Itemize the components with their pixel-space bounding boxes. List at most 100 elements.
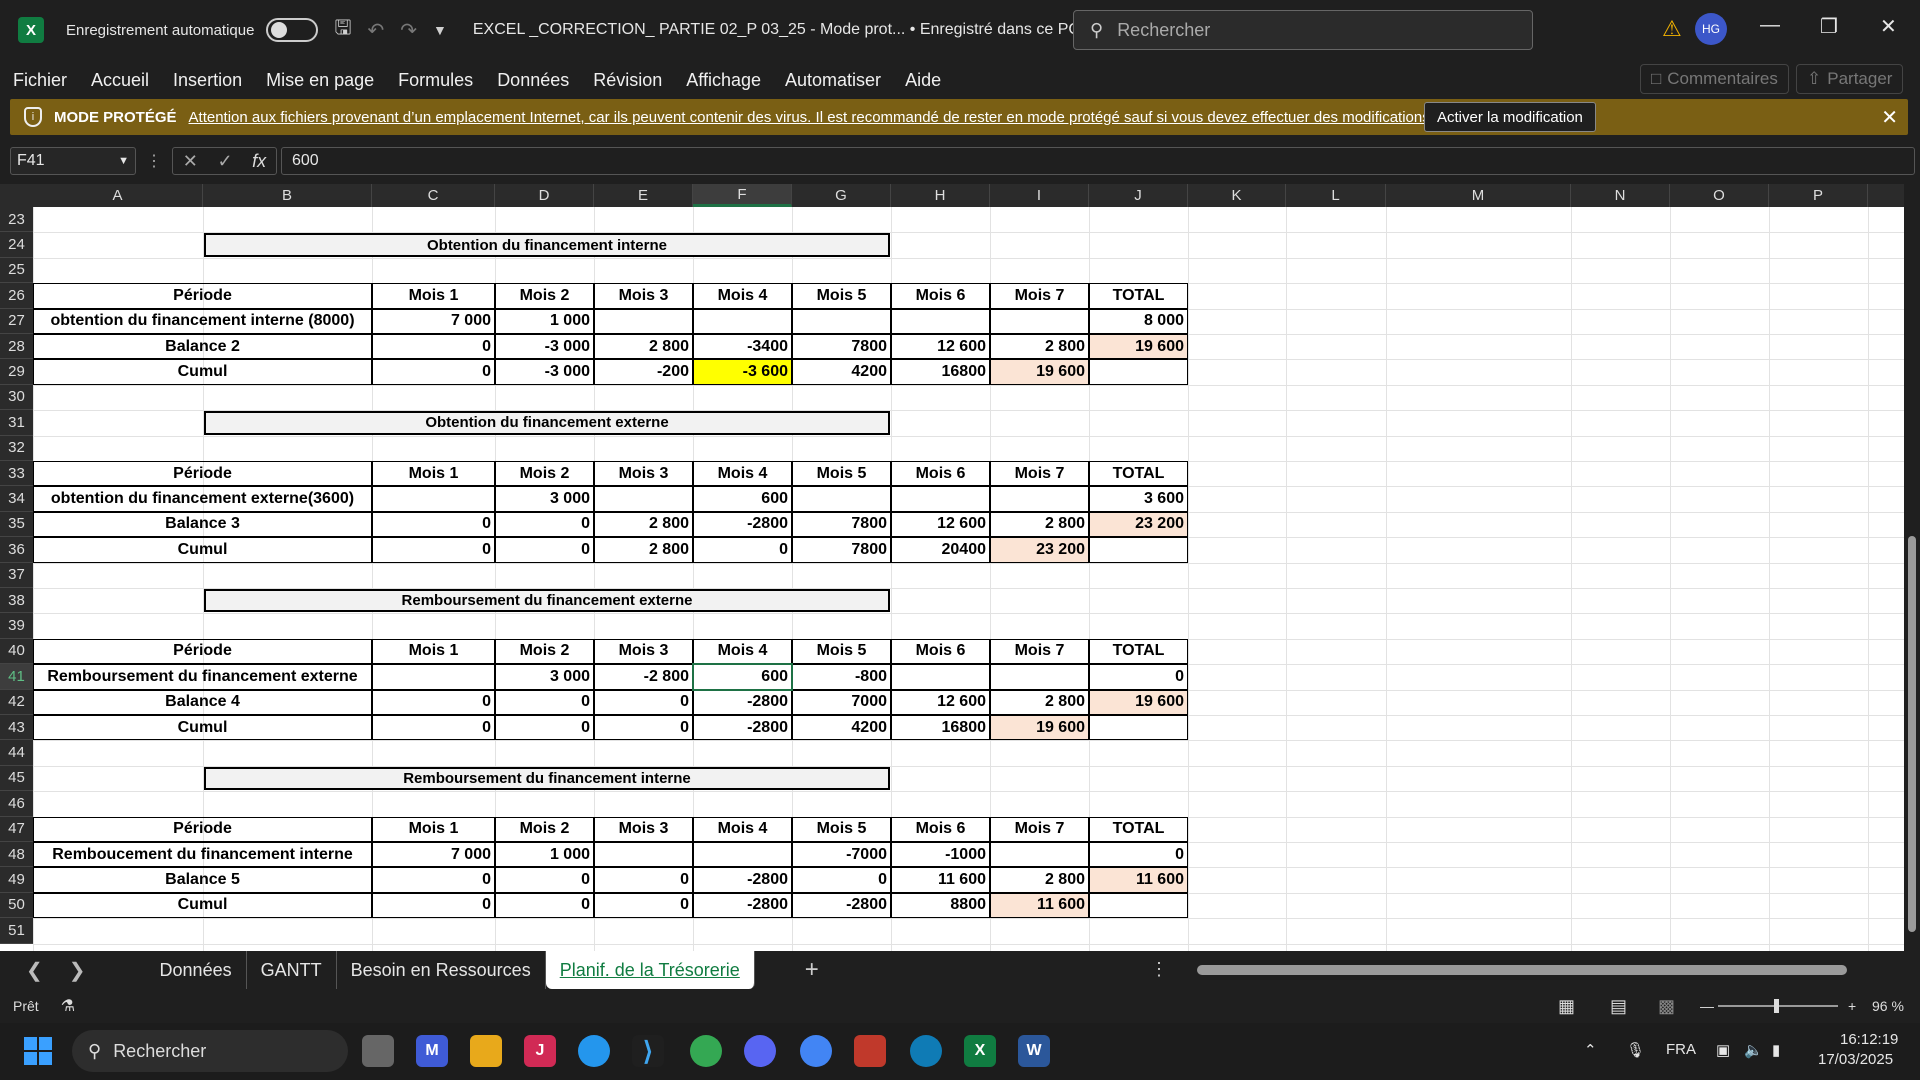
value-cell[interactable] xyxy=(990,842,1089,868)
column-header-j[interactable]: J xyxy=(1089,184,1188,207)
excel-taskbar-icon[interactable]: X xyxy=(964,1035,996,1067)
row-label[interactable]: Balance 2 xyxy=(33,334,372,360)
row-header-31[interactable]: 31 xyxy=(0,410,33,436)
column-header-n[interactable]: N xyxy=(1571,184,1670,207)
value-cell[interactable] xyxy=(693,842,792,868)
cancel-icon[interactable]: ✕ xyxy=(183,151,198,172)
file-explorer-icon[interactable] xyxy=(470,1035,502,1067)
close-icon[interactable]: ✕ xyxy=(1880,14,1897,39)
total-cell[interactable]: 19 600 xyxy=(1089,689,1188,715)
microphone-icon[interactable]: 🎙 xyxy=(1626,1041,1645,1059)
comments-button[interactable]: □ Commentaires xyxy=(1640,64,1789,94)
value-cell[interactable] xyxy=(891,664,990,690)
row-label[interactable]: obtention du financement externe(3600) xyxy=(33,486,372,512)
value-cell[interactable]: -2800 xyxy=(693,892,792,919)
winrar-icon[interactable] xyxy=(854,1035,886,1067)
column-header-o[interactable]: O xyxy=(1670,184,1769,207)
value-cell[interactable]: 12 600 xyxy=(891,689,990,715)
autosave-toggle[interactable] xyxy=(266,18,319,42)
menu-insertion[interactable]: Insertion xyxy=(173,70,242,91)
edge-icon[interactable] xyxy=(910,1035,942,1067)
header-month[interactable]: TOTAL xyxy=(1089,283,1188,309)
menu-revision[interactable]: Révision xyxy=(593,70,662,91)
network-icon[interactable]: ▣ xyxy=(1716,1041,1730,1059)
value-cell[interactable]: -7000 xyxy=(792,842,891,868)
horizontal-scrollbar[interactable] xyxy=(1197,965,1847,975)
row-label[interactable]: Balance 3 xyxy=(33,511,372,538)
value-cell[interactable]: 7800 xyxy=(792,334,891,360)
row-label[interactable]: Remboursement du financement externe xyxy=(33,664,372,690)
total-cell[interactable] xyxy=(1089,537,1188,563)
zoom-slider[interactable] xyxy=(1718,999,1838,1013)
value-cell[interactable]: 0 xyxy=(372,892,495,919)
header-month[interactable]: TOTAL xyxy=(1089,638,1188,665)
warning-icon[interactable]: ⚠ xyxy=(1662,16,1682,42)
value-cell[interactable]: 0 xyxy=(594,715,693,741)
word-icon[interactable]: W xyxy=(1018,1035,1050,1067)
column-header-i[interactable]: I xyxy=(990,184,1089,207)
search-box[interactable]: ⚲ Rechercher xyxy=(1073,10,1533,50)
normal-view-icon[interactable]: ▦ xyxy=(1558,996,1575,1017)
column-header-p[interactable]: P xyxy=(1769,184,1868,207)
header-month[interactable]: Mois 2 xyxy=(495,283,594,309)
header-periode[interactable]: Période xyxy=(33,283,372,309)
header-month[interactable]: Mois 1 xyxy=(372,283,495,309)
column-header-f[interactable]: F xyxy=(693,184,792,207)
jetbrains-icon[interactable]: J xyxy=(524,1035,556,1067)
value-cell[interactable] xyxy=(594,486,693,512)
value-cell[interactable]: 0 xyxy=(495,689,594,715)
windows-start-icon[interactable] xyxy=(24,1037,52,1065)
value-cell[interactable]: 11 600 xyxy=(990,892,1089,919)
value-cell[interactable]: 16800 xyxy=(891,359,990,385)
menu-formules[interactable]: Formules xyxy=(398,70,473,91)
row-header-46[interactable]: 46 xyxy=(0,791,33,817)
header-month[interactable]: Mois 6 xyxy=(891,461,990,487)
value-cell[interactable] xyxy=(372,486,495,512)
row-header-37[interactable]: 37 xyxy=(0,562,33,588)
language-indicator[interactable]: FRA xyxy=(1666,1041,1696,1058)
header-month[interactable]: Mois 5 xyxy=(792,816,891,842)
value-cell[interactable] xyxy=(792,486,891,512)
value-cell[interactable]: 1 000 xyxy=(495,842,594,868)
value-cell[interactable]: 3 000 xyxy=(495,486,594,512)
value-cell[interactable]: -2 800 xyxy=(594,664,693,690)
value-cell[interactable]: -1000 xyxy=(891,842,990,868)
header-month[interactable]: Mois 1 xyxy=(372,638,495,665)
column-header-m[interactable]: M xyxy=(1386,184,1571,207)
close-icon[interactable]: ✕ xyxy=(1881,105,1898,130)
value-cell[interactable]: 2 800 xyxy=(594,537,693,563)
value-cell[interactable] xyxy=(990,486,1089,512)
zoom-thumb[interactable] xyxy=(1774,999,1779,1013)
redo-icon[interactable]: ↷ xyxy=(400,18,417,43)
menu-fichier[interactable]: Fichier xyxy=(13,70,67,91)
value-cell[interactable]: 7 000 xyxy=(372,842,495,868)
header-periode[interactable]: Période xyxy=(33,638,372,665)
total-cell[interactable]: 23 200 xyxy=(1089,511,1188,538)
value-cell[interactable] xyxy=(594,308,693,334)
value-cell[interactable]: 7 000 xyxy=(372,308,495,334)
row-header-32[interactable]: 32 xyxy=(0,435,33,461)
total-cell[interactable] xyxy=(1089,359,1188,385)
battery-icon[interactable]: ▮ xyxy=(1772,1041,1780,1059)
header-periode[interactable]: Période xyxy=(33,816,372,842)
row-label[interactable]: Cumul xyxy=(33,359,372,385)
chrome-profile-icon[interactable] xyxy=(800,1035,832,1067)
row-header-29[interactable]: 29 xyxy=(0,359,33,385)
vscode-icon[interactable]: ⟩ xyxy=(632,1035,664,1067)
header-month[interactable]: Mois 5 xyxy=(792,283,891,309)
header-month[interactable]: Mois 3 xyxy=(594,816,693,842)
header-month[interactable]: Mois 7 xyxy=(990,283,1089,309)
value-cell[interactable]: 23 200 xyxy=(990,537,1089,563)
value-cell[interactable]: 11 600 xyxy=(891,867,990,893)
value-cell[interactable] xyxy=(594,842,693,868)
tab-besoin-ressources[interactable]: Besoin en Ressources xyxy=(337,951,546,989)
value-cell[interactable]: 0 xyxy=(372,359,495,385)
page-layout-icon[interactable]: ▤ xyxy=(1610,996,1627,1017)
value-cell[interactable]: 0 xyxy=(594,689,693,715)
value-cell[interactable]: 0 xyxy=(372,511,495,538)
row-label[interactable]: Cumul xyxy=(33,715,372,741)
menu-mise-en-page[interactable]: Mise en page xyxy=(266,70,374,91)
column-header-c[interactable]: C xyxy=(372,184,495,207)
clock-time[interactable]: 16:12:19 xyxy=(1840,1031,1898,1048)
chevron-up-icon[interactable]: ⌃ xyxy=(1584,1041,1597,1059)
